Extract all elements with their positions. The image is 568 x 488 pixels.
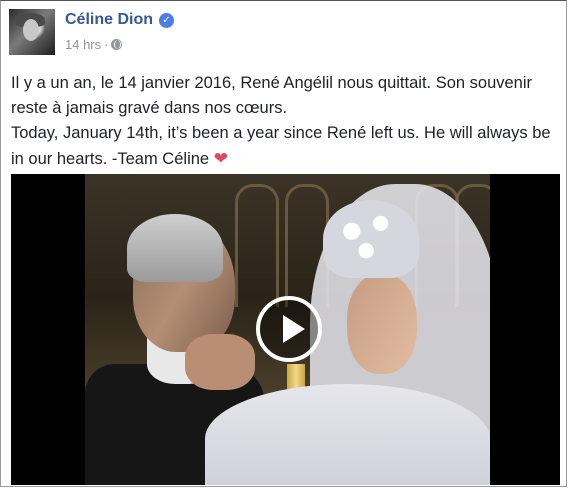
post-timestamp[interactable]: 14 hrs <box>65 37 101 52</box>
bride-headpiece <box>323 200 419 278</box>
play-icon[interactable] <box>256 296 322 362</box>
verified-badge-icon: ✓ <box>159 13 174 28</box>
post-text-french: Il y a un an, le 14 janvier 2016, René A… <box>11 74 533 117</box>
avatar-face <box>23 19 39 41</box>
post-meta: 14 hrs · <box>65 37 123 52</box>
globe-icon[interactable] <box>111 39 123 50</box>
groom-hair <box>127 214 223 282</box>
bride-dress <box>205 384 490 485</box>
post-text-english-line: Today, January 14th, it’s been a year si… <box>11 121 559 172</box>
meta-separator: · <box>104 37 109 52</box>
author-name-link[interactable]: Céline Dion <box>65 11 153 29</box>
background-arch <box>235 184 279 307</box>
post-text: Il y a un an, le 14 janvier 2016, René A… <box>11 71 559 172</box>
video-player[interactable] <box>11 174 560 485</box>
bride-hand <box>185 334 255 390</box>
author-avatar[interactable] <box>9 9 55 55</box>
bride-face <box>347 274 417 374</box>
heart-icon: ❤ <box>213 149 228 168</box>
facebook-post: Céline Dion ✓ 14 hrs · Il y a un an, le 1… <box>0 0 567 487</box>
post-text-english: Today, January 14th, it’s been a year si… <box>11 124 551 168</box>
